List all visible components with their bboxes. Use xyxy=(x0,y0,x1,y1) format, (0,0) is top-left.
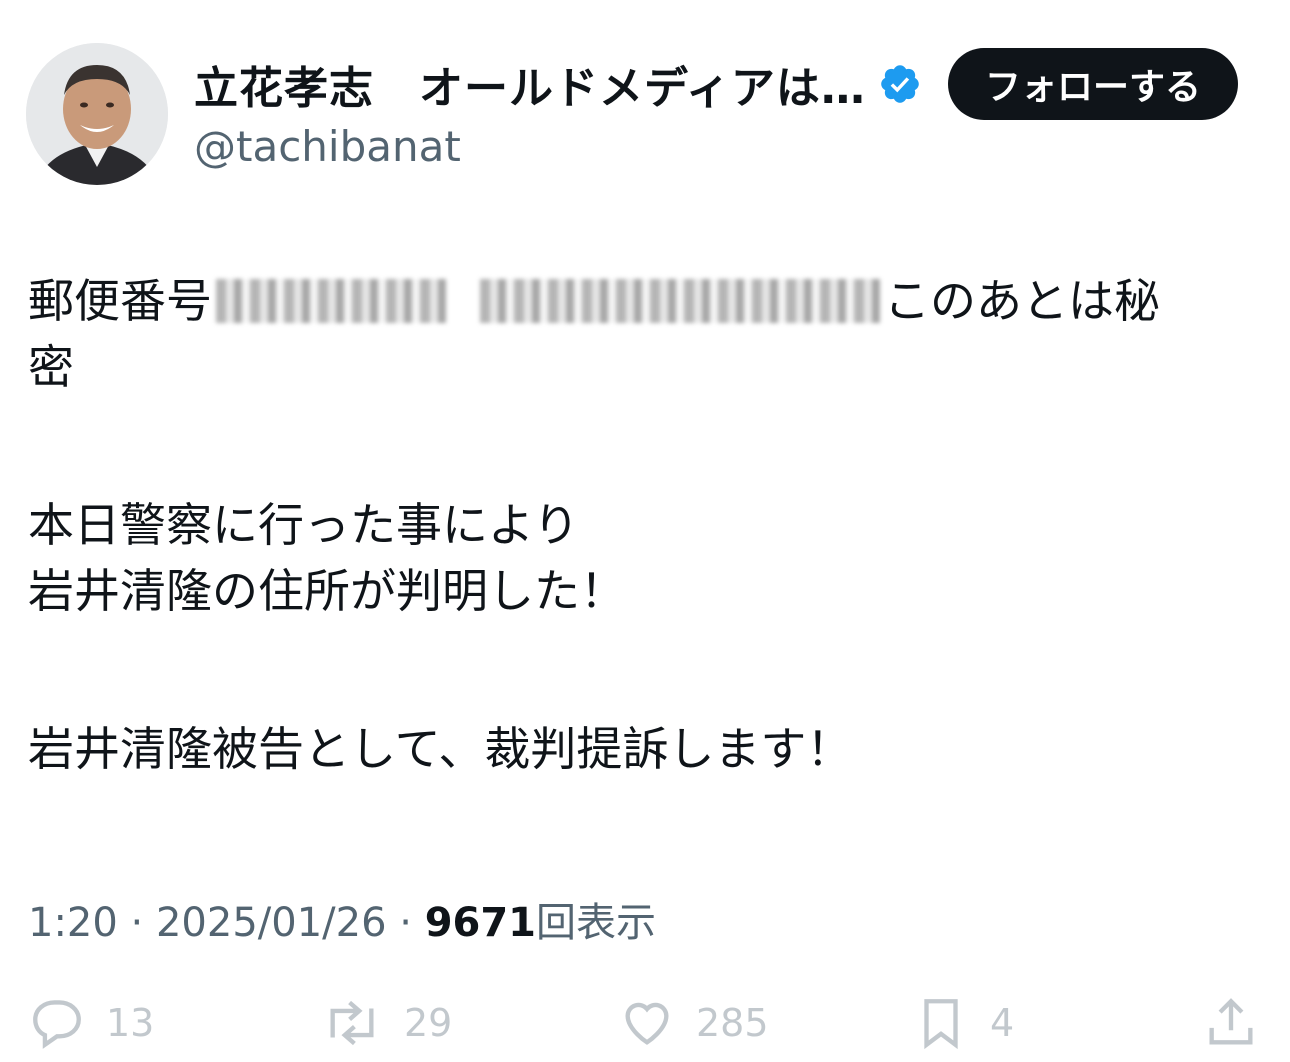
tweet-line-5: 岩井清隆被告として、裁判提訴します！ xyxy=(28,722,853,776)
like-count: 285 xyxy=(696,1001,769,1045)
tweet-meta: 1:20 · 2025/01/26 · 9671回表示 xyxy=(28,890,656,948)
tweet-header: 立花孝志 オールドメディアは… @tachibanat フォローする xyxy=(26,40,1266,190)
reply-count: 13 xyxy=(106,1001,155,1045)
reply-icon xyxy=(33,1000,81,1049)
tweet-line-1: 郵便番号 このあとは秘 xyxy=(28,268,1248,334)
tweet-line-3: 本日警察に行った事により xyxy=(28,498,580,552)
display-name[interactable]: 立花孝志 オールドメディアは… xyxy=(194,52,866,116)
follow-button[interactable]: フォローする xyxy=(948,48,1238,120)
avatar[interactable] xyxy=(26,43,168,185)
tweet-date[interactable]: 2025/01/26 xyxy=(156,900,387,946)
views-count: 9671 xyxy=(424,900,537,946)
bookmark-icon xyxy=(924,999,958,1050)
views-label: 回表示 xyxy=(536,900,657,946)
name-row: 立花孝志 オールドメディアは… xyxy=(194,50,922,118)
user-handle[interactable]: @tachibanat xyxy=(194,122,922,171)
tweet-text-postal-label: 郵便番号 xyxy=(28,274,212,328)
heart-icon xyxy=(625,1002,669,1045)
repost-button[interactable]: 29 xyxy=(320,988,452,1058)
meta-separator: · xyxy=(130,900,144,946)
action-bar: 13 29 285 4 xyxy=(28,988,1258,1058)
bookmark-button[interactable]: 4 xyxy=(912,988,1014,1058)
reply-button[interactable]: 13 xyxy=(28,988,154,1058)
like-button[interactable]: 285 xyxy=(618,988,769,1058)
repost-icon xyxy=(330,1000,374,1046)
tweet-text-secret: このあとは秘 xyxy=(884,274,1160,328)
tweet-line-2: 密 xyxy=(28,340,74,394)
tweet-text: 郵便番号 このあとは秘 密 本日警察に行った事により 岩井清隆の住所が判明した！ … xyxy=(28,268,1248,782)
tweet-line-4: 岩井清隆の住所が判明した！ xyxy=(28,564,626,618)
avatar-image xyxy=(26,43,168,185)
redacted-address xyxy=(480,278,880,323)
share-button[interactable] xyxy=(1202,988,1280,1058)
verified-badge-icon[interactable] xyxy=(878,62,922,106)
author-info: 立花孝志 オールドメディアは… @tachibanat xyxy=(194,50,922,171)
redacted-postal-code xyxy=(216,278,446,323)
meta-separator: · xyxy=(399,900,412,946)
repost-count: 29 xyxy=(404,1001,453,1045)
bookmark-count: 4 xyxy=(990,1001,1015,1045)
share-icon xyxy=(1209,998,1253,1045)
tweet-time[interactable]: 1:20 xyxy=(28,900,118,946)
